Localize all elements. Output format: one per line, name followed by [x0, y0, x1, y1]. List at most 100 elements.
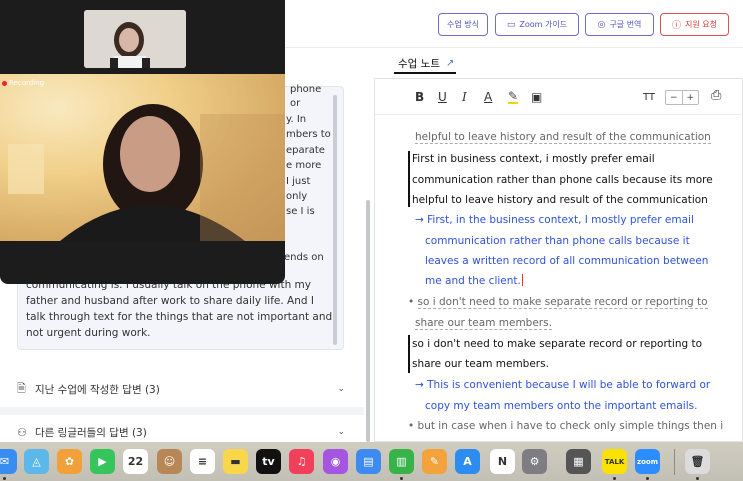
class-method-button[interactable]: 수업 방식 — [438, 13, 488, 36]
text-size-icon: TT — [643, 92, 656, 103]
person-icon: ⚇ — [17, 425, 27, 439]
accordion-other-answers-label: 다른 링글러들의 답변 (3) — [35, 426, 147, 439]
google-translate-label: 구글 번역 — [609, 20, 642, 29]
active-speaker-video-tile[interactable]: Recording — [0, 74, 285, 241]
dock-trash-icon[interactable]: 🗑 — [685, 449, 710, 474]
text-color-button[interactable]: A — [484, 90, 492, 104]
note-correction-line: copy my team members onto the important … — [425, 400, 698, 412]
dock-separator — [674, 449, 675, 475]
italic-button[interactable]: I — [462, 90, 467, 104]
note-correction-line: communication rather than phone calls be… — [425, 235, 690, 247]
note-correction-line: → First, in the business context, I most… — [415, 214, 694, 226]
zoom-guide-label: Zoom 가이드 — [519, 20, 568, 29]
note-correction-line: me and the client. — [425, 274, 523, 287]
chevron-down-icon: ⌄ — [337, 384, 345, 394]
dock-photos-icon[interactable]: ✿ — [57, 449, 82, 474]
bullet-icon: • — [408, 296, 418, 308]
text-cursor — [521, 274, 523, 286]
answer-peek-text: I just — [286, 176, 311, 187]
dock-podcasts-icon[interactable]: ◉ — [323, 449, 348, 474]
dock-maps-icon[interactable]: ◬ — [24, 449, 49, 474]
info-icon: ⓘ — [672, 21, 682, 31]
quote-bar — [408, 335, 410, 373]
answer-peek-text: or — [290, 98, 301, 109]
dock-notion-icon[interactable]: N — [490, 449, 515, 474]
note-line: communication rather than phone calls be… — [412, 174, 713, 186]
note-original-line: helpful to leave history and result of t… — [415, 131, 711, 144]
screen: 수업 방식 ▭ Zoom 가이드 ◎ 구글 번역 ⓘ 지원 요청 phone o… — [0, 0, 743, 481]
answer-peek-text: e more — [286, 160, 322, 171]
document-icon: 🗎 — [17, 381, 26, 395]
dock-running-indicator — [3, 477, 6, 480]
bold-button[interactable]: B — [415, 90, 424, 104]
dock-contacts-icon[interactable]: ☺ — [157, 449, 182, 474]
answer-text: communicating is. I usually talk on the … — [26, 279, 333, 339]
participant-video-image — [84, 10, 186, 68]
highlight-icon[interactable]: ✎ — [508, 90, 519, 104]
font-size-stepper[interactable]: − + — [665, 90, 699, 105]
underline-button[interactable]: U — [438, 90, 447, 104]
dock-running-indicator — [613, 477, 616, 480]
note-correction-line: leaves a written record of all communica… — [425, 255, 709, 267]
dock-reminders-icon[interactable]: ≡ — [190, 449, 215, 474]
dock-calculator-icon[interactable]: ▦ — [566, 449, 591, 474]
bullet-icon: • — [408, 420, 418, 432]
dock-system-settings-icon[interactable]: ⚙ — [522, 449, 547, 474]
note-correction-line: → This is convenient because I will be a… — [415, 379, 711, 391]
dock-pages-icon[interactable]: ✎ — [422, 449, 447, 474]
notes-editor[interactable]: B U I A ✎ ▣ TT − + ⎙ helpful to leave hi… — [374, 78, 743, 442]
quote-bar — [408, 151, 410, 207]
note-original-line: share our team members. — [415, 317, 552, 330]
answer-scrollbar[interactable] — [333, 95, 337, 345]
note-original-line: • so i don't need to make separate recor… — [408, 296, 708, 309]
answer-peek-text: eparate — [286, 145, 325, 156]
zoom-meeting-window[interactable]: Recording — [0, 0, 285, 284]
image-icon[interactable]: ▣ — [531, 90, 542, 104]
answer-peek-text: y. In — [286, 114, 307, 125]
answer-peek-text: phone — [290, 84, 322, 95]
recording-label: Recording — [9, 79, 45, 87]
participant-video-tile[interactable] — [84, 10, 186, 68]
arrow-right-icon: → — [415, 214, 428, 226]
accordion-past-answers[interactable]: 🗎 지난 수업에 작성한 답변 (3) ⌄ — [17, 377, 347, 401]
tab-underline — [394, 72, 456, 74]
decrease-font-button[interactable]: − — [666, 91, 683, 104]
answer-peek-text: se I is — [286, 206, 315, 217]
accordion-past-answers-label: 지난 수업에 작성한 답변 (3) — [35, 383, 160, 396]
chevron-down-icon: ⌄ — [337, 427, 345, 437]
dock-calendar-icon[interactable]: 22 — [123, 449, 148, 474]
zoom-guide-button[interactable]: ▭ Zoom 가이드 — [495, 13, 579, 36]
dock-music-icon[interactable]: ♫ — [289, 449, 314, 474]
editor-toolbar: B U I A ✎ ▣ TT − + ⎙ — [375, 79, 743, 115]
answer-peek-text: mbers to — [286, 129, 331, 140]
divider — [0, 407, 364, 415]
increase-font-button[interactable]: + — [683, 91, 699, 104]
external-link-icon[interactable]: ↗ — [446, 58, 454, 69]
tab-class-notes-label: 수업 노트 — [398, 58, 440, 70]
note-line: First in business context, i mostly pref… — [412, 153, 655, 165]
dock-kakaotalk-icon[interactable]: TALK — [602, 449, 627, 474]
dock-keynote-icon[interactable]: ▤ — [356, 449, 381, 474]
tab-class-notes[interactable]: 수업 노트 ↗ — [398, 56, 454, 71]
dock-running-indicator — [696, 477, 699, 480]
note-line: so i don't need to make separate record … — [412, 338, 703, 350]
dock-running-indicator — [400, 477, 403, 480]
dock-facetime-icon[interactable]: ▶ — [90, 449, 115, 474]
print-icon[interactable]: ⎙ — [711, 88, 721, 103]
accordion-other-answers[interactable]: ⚇ 다른 링글러들의 답변 (3) ⌄ — [17, 420, 347, 444]
google-translate-button[interactable]: ◎ 구글 번역 — [585, 13, 654, 36]
dock-zoom-icon[interactable]: zoom — [635, 449, 660, 474]
page-scrollbar[interactable] — [366, 200, 370, 442]
top-header: 수업 방식 ▭ Zoom 가이드 ◎ 구글 번역 ⓘ 지원 요청 — [285, 0, 743, 48]
answer-peek-text: only — [286, 191, 308, 202]
class-method-label: 수업 방식 — [447, 20, 479, 29]
dock-mail-icon[interactable]: ✉ — [0, 449, 17, 474]
dock-notes-icon[interactable]: ▬ — [223, 449, 248, 474]
arrow-right-icon: → — [415, 379, 428, 391]
record-dot-icon — [2, 80, 7, 86]
dock-app-store-icon[interactable]: A — [455, 449, 480, 474]
note-line: helpful to leave history and result of t… — [412, 194, 708, 206]
support-request-button[interactable]: ⓘ 지원 요청 — [660, 13, 729, 36]
dock-tv-icon[interactable]: tv — [256, 449, 281, 474]
dock-numbers-icon[interactable]: ▥ — [389, 449, 414, 474]
